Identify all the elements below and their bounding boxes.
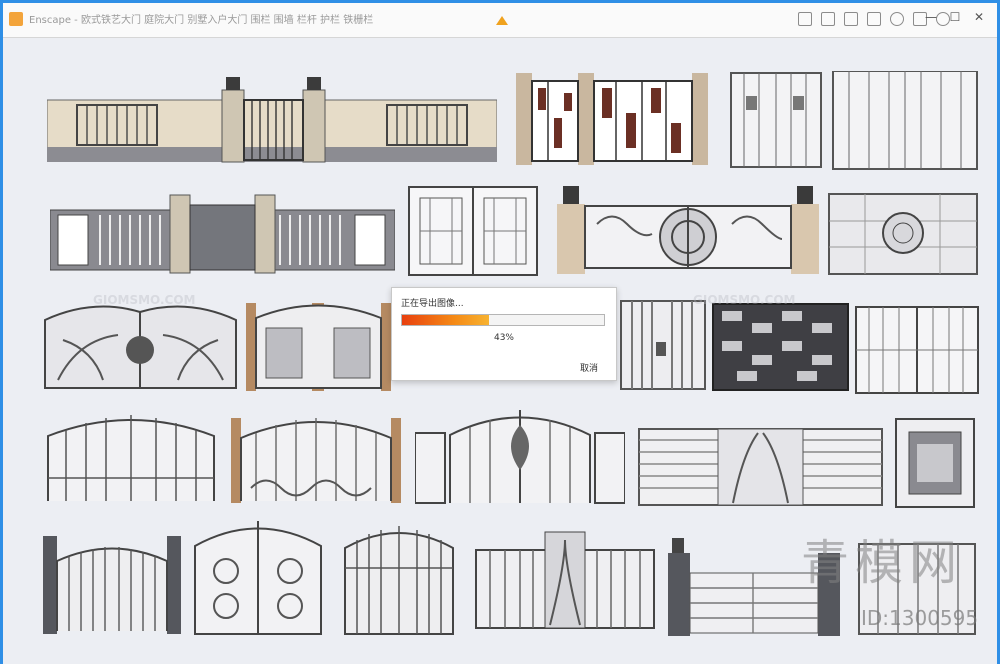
- watermark-id: ID:1300595: [861, 606, 979, 630]
- render-viewport[interactable]: GIOMSMO.COM GIOMSMO.COM 青模网 ID:1300595 正…: [3, 38, 997, 664]
- maximize-button[interactable]: ☐: [943, 7, 967, 27]
- gate-model-ornate-2: [231, 408, 401, 503]
- gate-model-square-frame: [895, 418, 975, 508]
- enscape-center-icon[interactable]: [496, 16, 508, 25]
- close-button[interactable]: ✕: [967, 7, 991, 27]
- progress-percent: 43%: [493, 333, 514, 343]
- title-bar: Enscape - 欧式铁艺大门 庭院大门 别墅入户大门 围栏 围墙 栏杆 护栏…: [3, 3, 997, 38]
- export-progress-dialog: 正在导出图像... 43% 取消: [391, 287, 617, 381]
- cancel-button[interactable]: 取消: [580, 361, 598, 374]
- minimize-button[interactable]: —: [919, 7, 943, 27]
- watermark-site: GIOMSMO.COM: [93, 293, 196, 307]
- gate-model-spear-1: [43, 526, 181, 636]
- watermark-brand: 青模网: [801, 535, 964, 591]
- screenshot-icon[interactable]: [821, 12, 835, 26]
- gate-model-scroll: [193, 516, 323, 636]
- window-title: Enscape - 欧式铁艺大门 庭院大门 别墅入户大门 围栏 围墙 栏杆 护栏…: [29, 15, 374, 26]
- enscape-logo-icon: [9, 12, 23, 26]
- gate-model-pillars-arch: [246, 298, 391, 393]
- gate-model-ornate-3: [415, 405, 625, 505]
- progress-bar: [401, 314, 605, 326]
- gate-model-grid-2: [855, 306, 979, 394]
- gate-model-double-grid: [408, 186, 538, 276]
- gate-model-wall-1: [47, 75, 497, 165]
- gate-model-pattern-panel: [712, 303, 849, 391]
- gate-model-horizontal-slats: [638, 428, 883, 506]
- view-icon[interactable]: [798, 12, 812, 26]
- app-window: Enscape - 欧式铁艺大门 庭院大门 别墅入户大门 围栏 围墙 栏杆 护栏…: [0, 0, 1000, 664]
- gate-model-spear-2: [343, 518, 455, 636]
- gate-model-leaf-arch: [43, 300, 238, 390]
- gate-model-grid-1: [729, 71, 979, 171]
- watermark-site: GIOMSMO.COM: [693, 293, 796, 307]
- gate-model-wood-panels: [516, 73, 711, 168]
- gate-model-dragon-phoenix: [557, 184, 819, 276]
- gate-model-ornate-1: [46, 408, 216, 503]
- progress-fill: [402, 315, 489, 325]
- export-icon[interactable]: [867, 12, 881, 26]
- gate-model-vertical-bars: [620, 300, 706, 390]
- settings-icon[interactable]: [890, 12, 904, 26]
- gate-model-medallion: [828, 193, 978, 275]
- cube-icon[interactable]: [844, 12, 858, 26]
- gate-model-step-top: [475, 530, 655, 630]
- dialog-title: 正在导出图像...: [401, 299, 464, 309]
- gate-model-wall-2: [50, 190, 395, 275]
